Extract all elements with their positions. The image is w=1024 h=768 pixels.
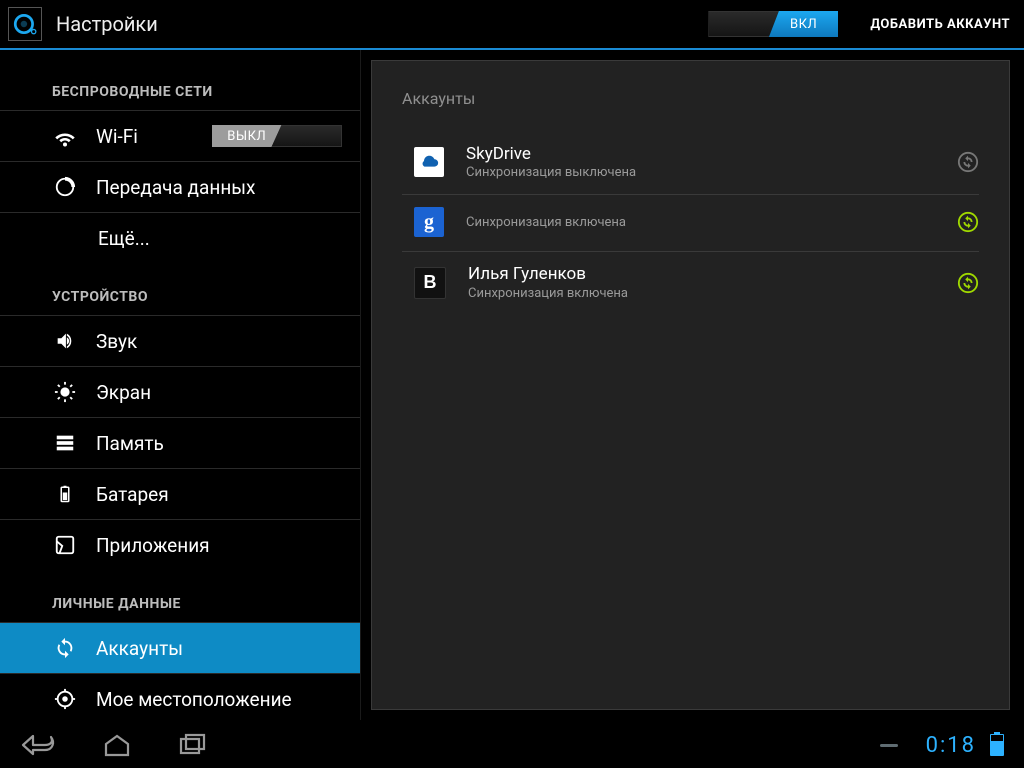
sound-icon	[52, 328, 78, 354]
account-text: Илья Гуленков Синхронизация включена	[468, 264, 957, 300]
sidebar-item-more[interactable]: Ещё...	[0, 212, 360, 263]
topbar: Настройки ВКЛ ДОБАВИТЬ АККАУНТ	[0, 0, 1024, 50]
notification-dash[interactable]	[880, 744, 898, 747]
content-area: БЕСПРОВОДНЫЕ СЕТИ Wi-Fi ВЫКЛ Передача да…	[0, 50, 1024, 720]
add-account-button[interactable]: ДОБАВИТЬ АККАУНТ	[864, 17, 1016, 32]
system-navbar: 0:18	[0, 720, 1024, 768]
sidebar-item-apps[interactable]: Приложения	[0, 519, 360, 570]
wifi-toggle[interactable]: ВЫКЛ	[212, 125, 342, 147]
sidebar-item-data-usage[interactable]: Передача данных	[0, 161, 360, 212]
apps-icon	[52, 532, 78, 558]
sidebar-item-label: Экран	[96, 381, 151, 404]
account-name: SkyDrive	[466, 144, 957, 164]
sync-status-icon	[957, 272, 979, 294]
sidebar-item-label: Wi-Fi	[96, 125, 138, 148]
account-row-skydrive[interactable]: SkyDrive Синхронизация выключена	[402, 132, 979, 195]
data-usage-icon	[52, 174, 78, 200]
storage-icon	[52, 430, 78, 456]
location-icon	[52, 686, 78, 712]
status-clock[interactable]: 0:18	[926, 733, 976, 758]
sidebar-item-label: Передача данных	[96, 176, 255, 199]
sidebar-item-label: Аккаунты	[96, 637, 183, 660]
section-device: УСТРОЙСТВО	[0, 263, 360, 315]
google-icon: g	[414, 207, 444, 237]
sidebar-item-battery[interactable]: Батарея	[0, 468, 360, 519]
panel-title: Аккаунты	[402, 61, 979, 132]
sidebar-item-label: Звук	[96, 330, 137, 353]
account-status: Синхронизация выключена	[466, 165, 957, 180]
toggle-on-label: ВКЛ	[769, 11, 839, 37]
sidebar-item-label: Батарея	[96, 483, 169, 506]
toggle-off-label: ВЫКЛ	[212, 125, 282, 147]
back-button[interactable]	[20, 730, 62, 760]
section-wireless: БЕСПРОВОДНЫЕ СЕТИ	[0, 50, 360, 110]
account-status: Синхронизация включена	[468, 286, 957, 301]
sidebar-item-wifi[interactable]: Wi-Fi ВЫКЛ	[0, 110, 360, 161]
battery-icon	[52, 481, 78, 507]
display-icon	[52, 379, 78, 405]
accounts-panel: Аккаунты SkyDrive Синхронизация выключен…	[371, 60, 1010, 710]
sidebar-item-label: Мое местоположение	[96, 688, 292, 711]
global-sync-toggle[interactable]: ВКЛ	[708, 11, 838, 37]
toggle-on-label	[272, 125, 343, 147]
home-button[interactable]	[96, 730, 138, 760]
sidebar-item-accounts[interactable]: Аккаунты	[0, 622, 360, 673]
sidebar-item-location[interactable]: Мое местоположение	[0, 673, 360, 720]
detail-area: Аккаунты SkyDrive Синхронизация выключен…	[361, 50, 1024, 720]
account-row-google[interactable]: g Синхронизация включена	[402, 195, 979, 252]
skydrive-icon	[414, 147, 444, 177]
status-battery-icon[interactable]	[990, 734, 1004, 756]
sidebar-item-label: Ещё...	[98, 227, 150, 250]
account-text: Синхронизация включена	[466, 214, 957, 230]
vk-icon: B	[414, 267, 446, 299]
settings-sidebar[interactable]: БЕСПРОВОДНЫЕ СЕТИ Wi-Fi ВЫКЛ Передача да…	[0, 50, 361, 720]
section-personal: ЛИЧНЫЕ ДАННЫЕ	[0, 570, 360, 622]
page-title: Настройки	[56, 12, 158, 36]
wifi-icon	[52, 123, 78, 149]
sync-status-icon	[957, 151, 979, 173]
settings-app-icon[interactable]	[8, 7, 42, 41]
sync-status-icon	[957, 211, 979, 233]
sidebar-item-label: Приложения	[96, 534, 210, 557]
account-row-vk[interactable]: B Илья Гуленков Синхронизация включена	[402, 252, 979, 314]
toggle-off-label	[708, 11, 779, 37]
sidebar-item-label: Память	[96, 432, 164, 455]
account-text: SkyDrive Синхронизация выключена	[466, 144, 957, 180]
sidebar-item-display[interactable]: Экран	[0, 366, 360, 417]
account-status: Синхронизация включена	[466, 215, 957, 230]
sidebar-item-sound[interactable]: Звук	[0, 315, 360, 366]
recent-apps-button[interactable]	[172, 730, 214, 760]
sidebar-item-storage[interactable]: Память	[0, 417, 360, 468]
account-name: Илья Гуленков	[468, 264, 957, 284]
sync-icon	[52, 635, 78, 661]
